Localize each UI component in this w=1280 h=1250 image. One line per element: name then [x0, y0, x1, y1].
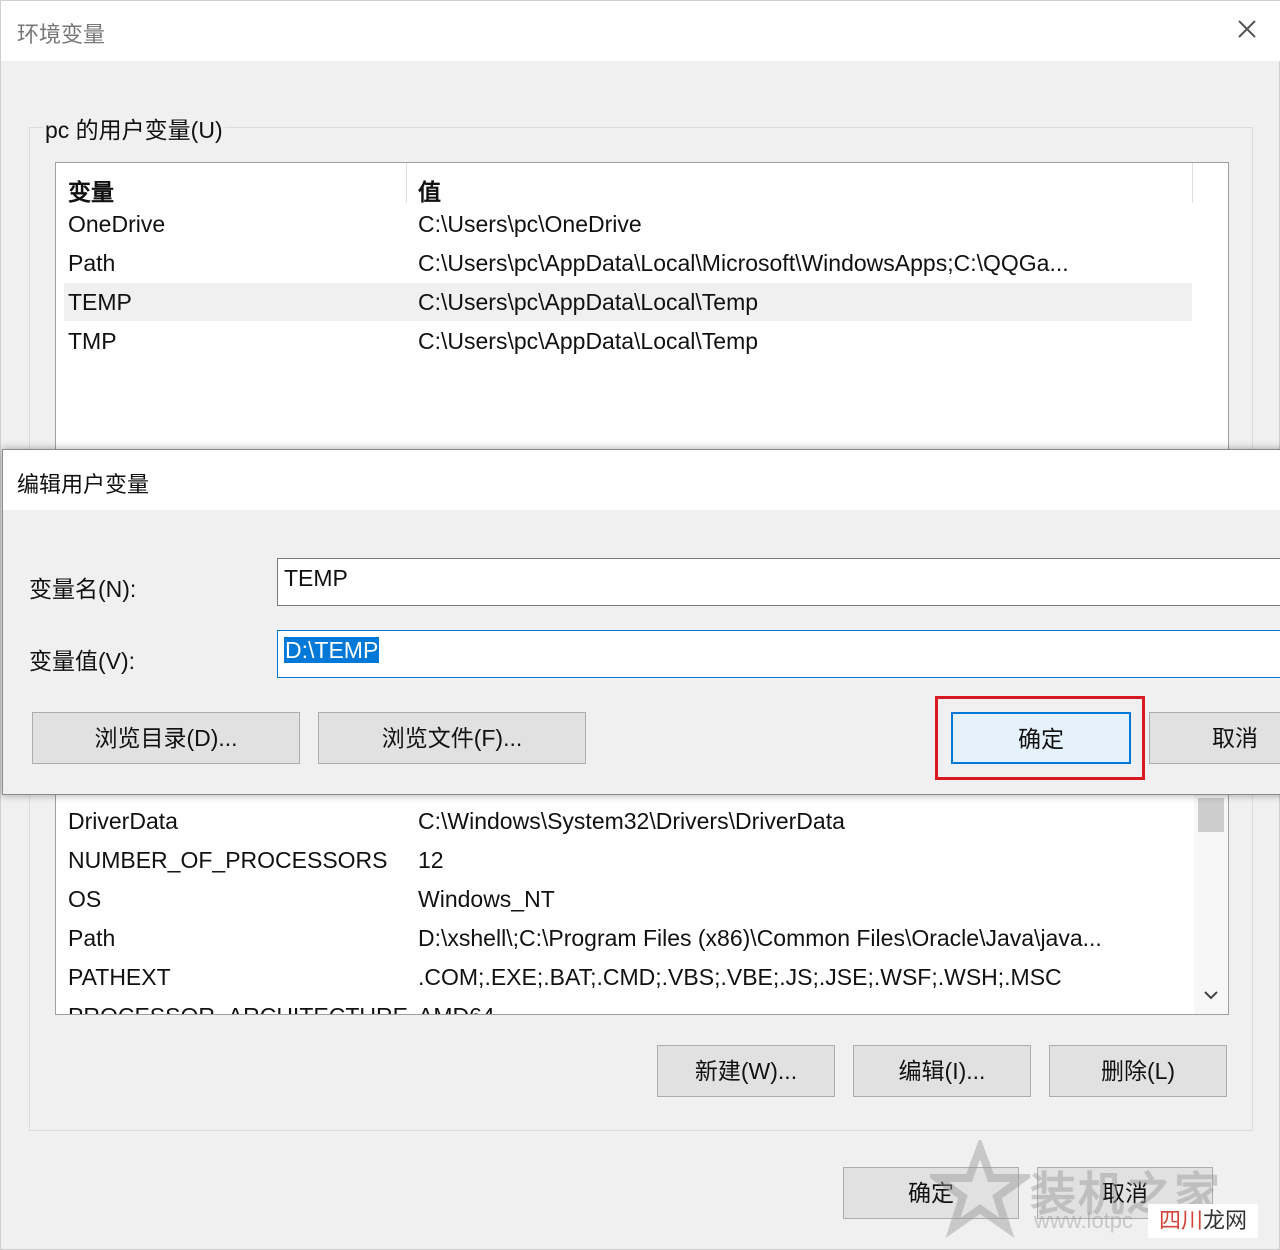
variable-name: PROCESSOR_ARCHITECTURE [68, 1003, 408, 1014]
variable-name-input[interactable]: TEMP [277, 558, 1280, 606]
variable-value: C:\Windows\System32\Drivers\DriverData [418, 808, 845, 834]
browse-directory-button[interactable]: 浏览目录(D)... [32, 712, 300, 764]
variable-name: TEMP [68, 289, 132, 315]
variable-name: DriverData [68, 808, 178, 834]
table-row[interactable]: OneDrive C:\Users\pc\OneDrive [64, 205, 1192, 243]
table-row[interactable]: DriverData C:\Windows\System32\Drivers\D… [64, 802, 1192, 840]
variable-value-input[interactable]: D:\TEMP [277, 630, 1280, 678]
dialog-title-bar: 编辑用户变量 [3, 450, 1280, 510]
variable-name: OS [68, 886, 102, 912]
variable-name: TMP [68, 328, 117, 354]
table-row[interactable]: NUMBER_OF_PROCESSORS 12 [64, 841, 1192, 879]
column-divider[interactable] [406, 163, 407, 203]
variable-value: .COM;.EXE;.BAT;.CMD;.VBS;.VBE;.JS;.JSE;.… [418, 964, 1062, 990]
badge-text-red: 四川 [1158, 1208, 1203, 1233]
variable-name: PATHEXT [68, 964, 171, 990]
list-header: 变量 值 [56, 163, 1193, 205]
new-button[interactable]: 新建(W)... [657, 1045, 835, 1097]
badge-text: 龙网 [1203, 1208, 1248, 1233]
scrollbar-thumb[interactable] [1198, 798, 1224, 832]
variable-value: 12 [418, 847, 444, 873]
variable-name-label: 变量名(N): [29, 576, 137, 602]
variable-value-label: 变量值(V): [29, 648, 136, 674]
browse-file-button[interactable]: 浏览文件(F)... [318, 712, 586, 764]
window-title: 环境变量 [17, 22, 106, 47]
variable-value: C:\Users\pc\AppData\Local\Microsoft\Wind… [418, 250, 1069, 276]
vertical-scrollbar[interactable] [1194, 792, 1228, 1014]
column-divider[interactable] [1192, 163, 1193, 203]
column-header-name[interactable]: 变量 [68, 173, 114, 207]
window-title-bar: 环境变量 [1, 1, 1280, 61]
table-row[interactable]: PATHEXT .COM;.EXE;.BAT;.CMD;.VBS;.VBE;.J… [64, 958, 1192, 996]
ok-button[interactable]: 确定 [843, 1167, 1019, 1219]
selected-text: D:\TEMP [284, 637, 380, 663]
user-variables-label: pc 的用户变量(U) [43, 111, 225, 145]
variable-value: AMD64 [418, 1003, 495, 1014]
edit-button[interactable]: 编辑(I)... [853, 1045, 1031, 1097]
variable-value: C:\Users\pc\OneDrive [418, 211, 642, 237]
dialog-cancel-button[interactable]: 取消 [1149, 712, 1280, 764]
edit-user-variable-dialog: 编辑用户变量 变量名(N): TEMP 变量值(V): D:\TEMP 浏览目录… [2, 449, 1280, 795]
column-header-value[interactable]: 值 [418, 173, 441, 207]
watermark-badge: 四川龙网 [1148, 1204, 1258, 1238]
variable-value: C:\Users\pc\AppData\Local\Temp [418, 328, 759, 354]
variable-name: Path [68, 250, 116, 276]
variable-name: OneDrive [68, 211, 166, 237]
dialog-title: 编辑用户变量 [17, 472, 150, 497]
table-row[interactable]: OS Windows_NT [64, 880, 1192, 918]
table-row[interactable]: PROCESSOR_ARCHITECTURE AMD64 [64, 997, 1192, 1014]
variable-value: Windows_NT [418, 886, 555, 912]
table-row[interactable]: Path D:\xshell\;C:\Program Files (x86)\C… [64, 919, 1192, 957]
variable-value: D:\xshell\;C:\Program Files (x86)\Common… [418, 925, 1102, 951]
variable-value: C:\Users\pc\AppData\Local\Temp [418, 289, 759, 315]
variable-name: Path [68, 925, 116, 951]
table-row[interactable]: Path C:\Users\pc\AppData\Local\Microsoft… [64, 244, 1192, 282]
delete-button[interactable]: 删除(L) [1049, 1045, 1227, 1097]
table-row[interactable]: TMP C:\Users\pc\AppData\Local\Temp [64, 322, 1192, 360]
table-row-selected[interactable]: TEMP C:\Users\pc\AppData\Local\Temp [64, 283, 1192, 321]
user-variables-list[interactable]: 变量 值 OneDrive C:\Users\pc\OneDrive Path … [55, 162, 1229, 482]
system-variables-list[interactable]: DriverData C:\Windows\System32\Drivers\D… [55, 791, 1229, 1015]
dialog-ok-button[interactable]: 确定 [951, 712, 1131, 764]
close-icon[interactable] [1233, 15, 1261, 43]
chevron-down-icon[interactable] [1200, 984, 1222, 1006]
variable-name: NUMBER_OF_PROCESSORS [68, 847, 388, 873]
